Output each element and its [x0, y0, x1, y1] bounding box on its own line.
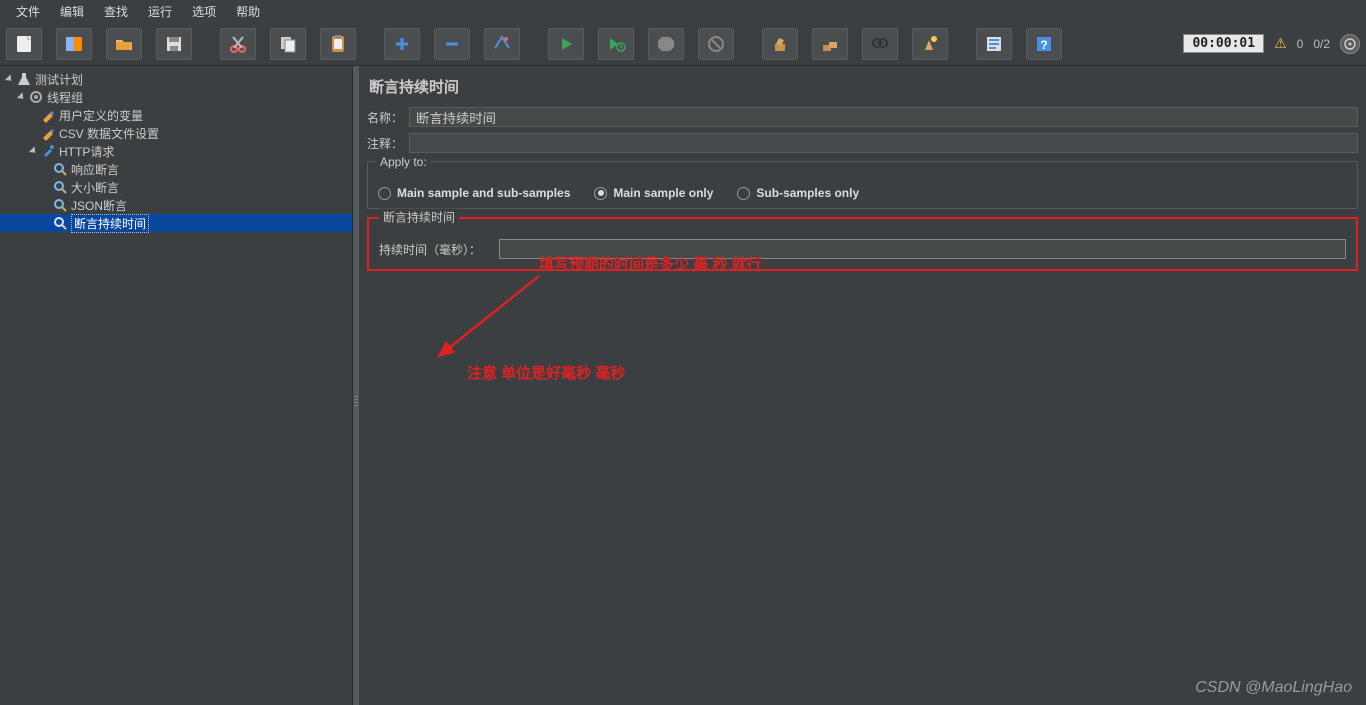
start-no-pause-button[interactable]: [598, 28, 634, 60]
gear-icon: [28, 89, 44, 105]
collapse-button[interactable]: [434, 28, 470, 60]
tree-response-assertion[interactable]: 响应断言: [0, 160, 352, 178]
tree-label: 响应断言: [71, 161, 119, 178]
annotation-text-1: 填写预期的时间是多少 毫 秒 就行: [539, 253, 762, 274]
paste-button[interactable]: [320, 28, 356, 60]
radio-icon: [737, 187, 750, 200]
toolbar: ? 00:00:01 ⚠ 0 0/2: [0, 22, 1366, 66]
magnifier-icon: [52, 161, 68, 177]
templates-button[interactable]: [56, 28, 92, 60]
tree-label: JSON断言: [71, 197, 127, 214]
magnifier-icon: [52, 197, 68, 213]
tree-label: CSV 数据文件设置: [59, 125, 159, 142]
tree-csv-config[interactable]: CSV 数据文件设置: [0, 124, 352, 142]
start-button[interactable]: [548, 28, 584, 60]
magnifier-icon: [52, 215, 68, 231]
tree-test-plan[interactable]: 测试计划: [0, 70, 352, 88]
error-indicator-icon[interactable]: [1340, 34, 1360, 54]
clear-all-button[interactable]: [812, 28, 848, 60]
expand-arrow-icon[interactable]: [4, 74, 14, 84]
comment-input[interactable]: [409, 133, 1358, 153]
tree-json-assertion[interactable]: JSON断言: [0, 196, 352, 214]
tree-label: 大小断言: [71, 179, 119, 196]
menu-options[interactable]: 选项: [182, 1, 226, 22]
annotation-text-2: 注意 单位是好毫秒 毫秒: [467, 362, 625, 383]
duration-fieldset: 断言持续时间 持续时间（毫秒）：: [367, 217, 1358, 271]
tree-panel: 测试计划 线程组 用户定义的变量 CSV 数据文件设置 HTTP请求 响应断言: [0, 66, 353, 705]
radio-label: Main sample and sub-samples: [397, 186, 570, 200]
new-button[interactable]: [6, 28, 42, 60]
wrench-icon: [40, 107, 56, 123]
cut-button[interactable]: [220, 28, 256, 60]
menu-help[interactable]: 帮助: [226, 1, 270, 22]
reset-search-button[interactable]: [912, 28, 948, 60]
tree-user-defined-vars[interactable]: 用户定义的变量: [0, 106, 352, 124]
warning-icon: ⚠: [1274, 35, 1287, 52]
save-button[interactable]: [156, 28, 192, 60]
radio-icon: [378, 187, 391, 200]
tree-duration-assertion[interactable]: 断言持续时间: [0, 214, 352, 232]
stop-button[interactable]: [648, 28, 684, 60]
flask-icon: [16, 71, 32, 87]
dropper-icon: [40, 143, 56, 159]
name-input[interactable]: [409, 107, 1358, 127]
duration-label: 持续时间（毫秒）：: [379, 241, 499, 258]
tree-label: 用户定义的变量: [59, 107, 143, 124]
comment-label: 注释：: [367, 135, 409, 152]
menubar: 文件 编辑 查找 运行 选项 帮助: [0, 0, 1366, 22]
apply-to-fieldset: Apply to: Main sample and sub-samples Ma…: [367, 161, 1358, 209]
open-button[interactable]: [106, 28, 142, 60]
shutdown-button[interactable]: [698, 28, 734, 60]
annotation-arrow-icon: [419, 266, 549, 366]
expand-arrow-icon[interactable]: [28, 146, 38, 156]
help-button[interactable]: ?: [1026, 28, 1062, 60]
radio-sub-only[interactable]: Sub-samples only: [737, 186, 859, 200]
tree-thread-group[interactable]: 线程组: [0, 88, 352, 106]
tree-http-request[interactable]: HTTP请求: [0, 142, 352, 160]
radio-label: Main sample only: [613, 186, 713, 200]
toggle-button[interactable]: [484, 28, 520, 60]
svg-text:?: ?: [1040, 38, 1047, 52]
magnifier-icon: [52, 179, 68, 195]
tree-label: 断言持续时间: [71, 214, 149, 233]
copy-button[interactable]: [270, 28, 306, 60]
panel-title: 断言持续时间: [367, 66, 1358, 107]
clear-button[interactable]: [762, 28, 798, 60]
tree-size-assertion[interactable]: 大小断言: [0, 178, 352, 196]
thread-ratio: 0/2: [1313, 37, 1330, 51]
expand-arrow-icon[interactable]: [16, 92, 26, 102]
tree-label: HTTP请求: [59, 143, 114, 160]
toolbar-status: 00:00:01 ⚠ 0 0/2: [1183, 34, 1360, 54]
warning-count: 0: [1297, 37, 1304, 51]
name-label: 名称：: [367, 109, 409, 126]
watermark: CSDN @MaoLingHao: [1195, 679, 1352, 697]
content-panel: 断言持续时间 名称： 注释： Apply to: Main sample and…: [359, 66, 1366, 705]
duration-legend: 断言持续时间: [379, 209, 459, 226]
radio-main-only[interactable]: Main sample only: [594, 186, 713, 200]
expand-button[interactable]: [384, 28, 420, 60]
radio-main-and-sub[interactable]: Main sample and sub-samples: [378, 186, 570, 200]
wrench-icon: [40, 125, 56, 141]
tree-label: 测试计划: [35, 71, 83, 88]
menu-run[interactable]: 运行: [138, 1, 182, 22]
radio-label: Sub-samples only: [756, 186, 859, 200]
radio-icon: [594, 187, 607, 200]
apply-to-legend: Apply to:: [376, 155, 431, 169]
menu-find[interactable]: 查找: [94, 1, 138, 22]
tree-label: 线程组: [47, 89, 83, 106]
function-helper-button[interactable]: [976, 28, 1012, 60]
timer-display: 00:00:01: [1183, 34, 1264, 53]
menu-file[interactable]: 文件: [6, 1, 50, 22]
search-button[interactable]: [862, 28, 898, 60]
menu-edit[interactable]: 编辑: [50, 1, 94, 22]
